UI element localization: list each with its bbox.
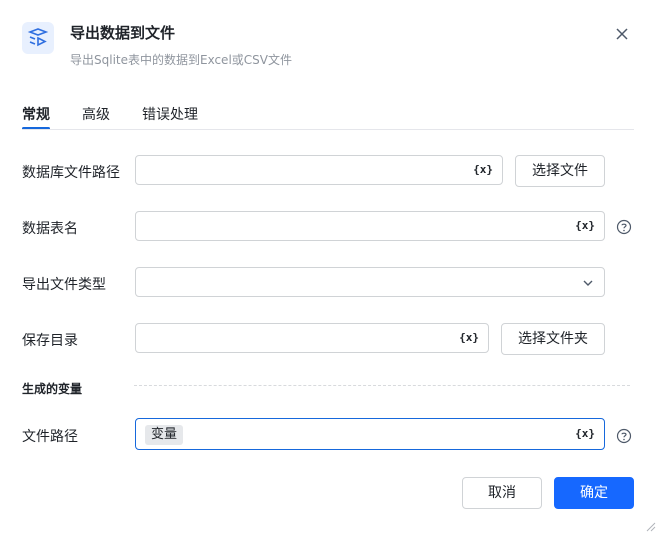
- file-type-select[interactable]: [135, 267, 605, 297]
- output-variables-title: 生成的变量: [22, 382, 83, 396]
- file-type-label: 导出文件类型: [22, 277, 106, 293]
- chevron-down-icon: [583, 280, 593, 286]
- table-name-label: 数据表名: [22, 221, 78, 237]
- tabs-divider: [22, 129, 634, 130]
- table-name-input[interactable]: {x}: [135, 211, 605, 241]
- file-path-output-input[interactable]: 变量 {x}: [135, 418, 605, 450]
- help-icon[interactable]: [616, 428, 632, 444]
- save-dir-input[interactable]: {x}: [135, 323, 489, 353]
- tab-error-handling[interactable]: 错误处理: [142, 104, 198, 124]
- variable-insert-icon[interactable]: {x}: [473, 163, 493, 176]
- section-divider: [134, 385, 630, 386]
- variable-tag[interactable]: 变量: [145, 425, 184, 445]
- close-icon[interactable]: [612, 24, 632, 44]
- db-path-label: 数据库文件路径: [22, 165, 120, 181]
- file-path-label: 文件路径: [22, 429, 78, 445]
- export-data-icon: [22, 22, 54, 54]
- select-file-button[interactable]: 选择文件: [515, 155, 605, 187]
- confirm-button[interactable]: 确定: [554, 477, 634, 509]
- dialog-title: 导出数据到文件: [70, 24, 176, 42]
- help-icon[interactable]: [616, 219, 632, 235]
- export-data-dialog: 导出数据到文件 导出Sqlite表中的数据到Excel或CSV文件 常规 高级 …: [0, 0, 658, 534]
- save-dir-label: 保存目录: [22, 333, 78, 349]
- tab-advanced[interactable]: 高级: [82, 104, 110, 124]
- tab-general[interactable]: 常规: [22, 104, 50, 130]
- resize-handle-icon[interactable]: [646, 522, 656, 532]
- dialog-subtitle: 导出Sqlite表中的数据到Excel或CSV文件: [70, 53, 292, 67]
- variable-insert-icon[interactable]: {x}: [575, 427, 595, 440]
- db-path-input[interactable]: {x}: [135, 155, 503, 185]
- variable-insert-icon[interactable]: {x}: [459, 331, 479, 344]
- select-folder-button[interactable]: 选择文件夹: [501, 323, 605, 355]
- cancel-button[interactable]: 取消: [462, 477, 542, 509]
- variable-insert-icon[interactable]: {x}: [575, 219, 595, 232]
